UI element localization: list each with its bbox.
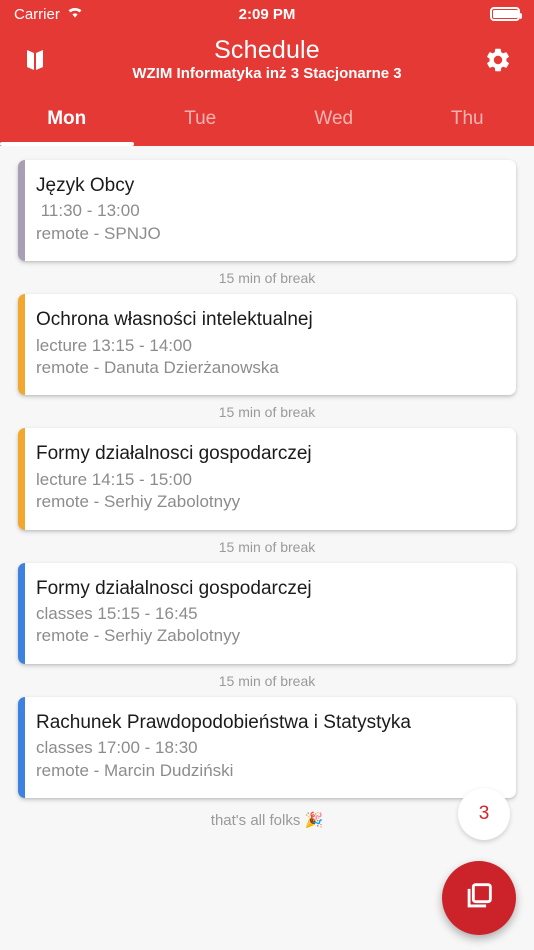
tab-label: Tue (184, 108, 217, 129)
card-accent-bar (18, 294, 25, 396)
tab-label: Wed (314, 108, 354, 129)
course-location: remote - Marcin Dudziński (36, 760, 234, 780)
schedule-list: Język Obcy 11:30 - 13:00 remote - SPNJO … (0, 146, 534, 829)
end-of-list-note: that's all folks 🎉 (210, 811, 324, 829)
break-label: 15 min of break (218, 538, 316, 555)
course-title: Język Obcy (36, 175, 135, 196)
tab-wed[interactable]: Wed (267, 92, 401, 146)
tab-thu[interactable]: Thu (401, 92, 534, 146)
course-location: remote - SPNJO (36, 223, 161, 243)
tab-mon[interactable]: Mon (0, 92, 134, 146)
course-title: Formy działalnosci gospodarczej (36, 443, 312, 465)
page-subtitle: WZIM Informatyka inż 3 Stacjonarne 3 (132, 65, 402, 82)
card-accent-bar (18, 160, 25, 262)
course-title: Ochrona własności intelektualnej (36, 309, 313, 331)
badge-count: 3 (478, 803, 490, 824)
schedule-card[interactable]: Formy działalnosci gospodarczej classes … (18, 562, 516, 664)
course-title: Formy działalnosci gospodarczej (36, 577, 312, 599)
week-count-badge[interactable]: 3 (458, 788, 510, 840)
schedule-card[interactable]: Język Obcy 11:30 - 13:00 remote - SPNJO (18, 160, 516, 262)
app-bar-titles: Schedule WZIM Informatyka inż 3 Stacjona… (0, 37, 534, 83)
tab-tue[interactable]: Tue (134, 92, 268, 146)
battery-icon (490, 7, 522, 21)
course-time: classes 17:00 - 18:30 (36, 738, 198, 758)
tab-label: Thu (450, 108, 484, 129)
active-tab-indicator (0, 142, 134, 146)
course-location: remote - Serhiy Zabolotnyy (36, 626, 241, 646)
break-label: 15 min of break (218, 672, 316, 689)
app-bar: Schedule WZIM Informatyka inż 3 Stacjona… (0, 28, 534, 92)
app-screen: Carrier 2:09 PM Schedule WZIM Informatyk… (0, 0, 534, 950)
status-bar-right (490, 7, 522, 21)
break-label: 15 min of break (218, 270, 316, 287)
card-accent-bar (18, 696, 25, 798)
break-label: 15 min of break (218, 404, 316, 421)
card-accent-bar (18, 428, 25, 530)
page-title: Schedule (214, 36, 320, 64)
wifi-icon (66, 5, 84, 23)
course-location: remote - Danuta Dzierżanowska (36, 357, 279, 377)
layers-copy-icon (462, 879, 496, 918)
status-bar-left: Carrier (14, 5, 84, 23)
status-bar: Carrier 2:09 PM (0, 0, 534, 28)
course-title: Rachunek Prawdopodobieństwa i Statystyka (36, 711, 411, 733)
card-accent-bar (18, 562, 25, 664)
carrier-label: Carrier (14, 5, 60, 23)
schedule-card[interactable]: Formy działalnosci gospodarczej lecture … (18, 428, 516, 530)
course-time: lecture 14:15 - 15:00 (36, 469, 192, 489)
tab-label: Mon (47, 108, 87, 129)
course-location: remote - Serhiy Zabolotnyy (36, 492, 241, 512)
course-time: classes 15:15 - 16:45 (36, 603, 198, 623)
schedule-card[interactable]: Rachunek Prawdopodobieństwa i Statystyka… (18, 696, 516, 798)
map-icon[interactable] (18, 42, 54, 78)
course-time: lecture 13:15 - 14:00 (36, 335, 192, 355)
day-tabs[interactable]: Mon Tue Wed Thu (0, 92, 534, 146)
schedule-card[interactable]: Ochrona własności intelektualnej lecture… (18, 294, 516, 396)
floating-action-button[interactable] (442, 861, 516, 935)
course-time: 11:30 - 13:00 (36, 201, 140, 221)
gear-icon[interactable] (480, 42, 516, 78)
